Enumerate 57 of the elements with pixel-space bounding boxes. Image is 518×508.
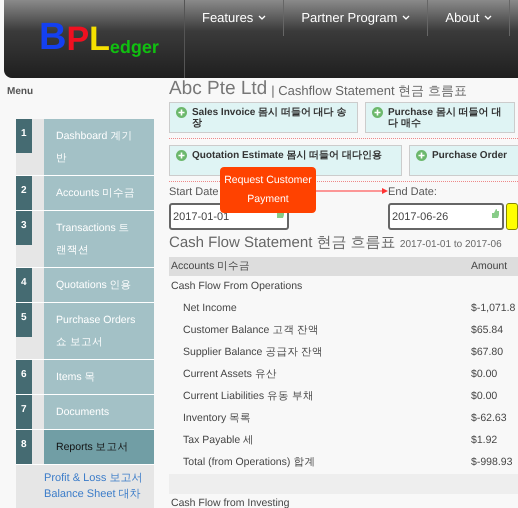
section-heading: Cash Flow From Operations — [170, 279, 304, 294]
date-range: 2017-01-01 to 2017-06 — [400, 239, 502, 250]
table-cell-text: Current Assets 유산 — [182, 367, 278, 382]
column-header: Amount — [471, 258, 508, 274]
section-heading: Cash Flow from Investing — [170, 496, 290, 508]
nav-link[interactable]: About — [428, 0, 510, 36]
amount-cell-text: $1.92 — [471, 433, 498, 448]
amount-cell-text: $-1,071.8 — [471, 301, 516, 316]
menu-number: 7 — [16, 395, 32, 429]
field-label: End Date: — [388, 186, 437, 199]
chevron-down-icon — [484, 15, 492, 21]
menu-number: 2 — [16, 176, 32, 210]
action-button[interactable]: Purchase 몸시 떠들어 대다 매수 — [365, 102, 515, 133]
submenu-link[interactable]: Balance Sheet 대차 — [44, 487, 154, 502]
field-label: Start Date — [169, 186, 219, 199]
amount-cell-text: $-62.63 — [471, 411, 507, 426]
chevron-down-icon — [258, 15, 266, 21]
table-cell-text: Net Income — [182, 301, 238, 316]
nav-link[interactable]: Partner Program — [284, 0, 428, 36]
statement-title: Cash Flow Statement 현금 흐름표 — [169, 234, 397, 251]
amount-cell-text: $67.80 — [471, 345, 504, 360]
menu-title: Menu — [6, 86, 34, 98]
company-name: Abc Pte Ltd — [169, 78, 268, 100]
plus-icon — [372, 107, 383, 118]
menu-number: 1 — [16, 119, 32, 153]
table-cell-text: Customer Balance 고객 잔액 — [182, 323, 320, 338]
menu-item[interactable]: Reports 보고서 — [44, 430, 154, 464]
menu-number: 5 — [16, 303, 32, 337]
thumbs-up-icon — [491, 209, 500, 218]
submenu-link[interactable]: Profit & Loss 보고서 — [44, 471, 154, 486]
nav-link[interactable]: Features — [185, 0, 284, 36]
plus-icon — [176, 150, 187, 161]
table-cell-text: Tax Payable 세 — [182, 433, 256, 448]
action-button[interactable]: Sales Invoice 몸시 떠들어 대다 송장 — [169, 102, 358, 133]
menu-number: 8 — [16, 430, 32, 464]
table-cell-text: Inventory 목록 — [182, 411, 252, 426]
amount-cell-text: $0.00 — [471, 367, 498, 382]
table-cell-text: Current Liabilities 유동 부채 — [182, 389, 315, 404]
amount-cell-text: $-998.93 — [471, 455, 512, 470]
date-field[interactable]: 2017-06-26 — [388, 203, 504, 230]
table-cell-text: Total (from Operations) 합계 — [182, 455, 316, 470]
arrow — [316, 188, 388, 194]
logo[interactable]: BPLedger — [39, 18, 159, 56]
amount-cell-text: $0.00 — [471, 389, 498, 404]
chevron-down-icon — [402, 15, 410, 21]
plus-icon — [416, 150, 427, 161]
table-cell-text: Supplier Balance 공급자 잔액 — [182, 345, 324, 360]
page-title: | Cashflow Statement 현금 흐름표 — [271, 82, 467, 100]
submit-button[interactable] — [506, 203, 518, 230]
callout-tooltip: Request Customer Payment — [220, 167, 316, 213]
menu-number: 4 — [16, 268, 32, 302]
menu-number: 6 — [16, 360, 32, 394]
menu-number: 3 — [16, 211, 32, 245]
action-button[interactable]: Purchase Order — [409, 145, 518, 176]
amount-cell-text: $65.84 — [471, 323, 504, 338]
plus-icon — [176, 107, 187, 118]
column-header: Accounts 미수금 — [170, 258, 252, 274]
